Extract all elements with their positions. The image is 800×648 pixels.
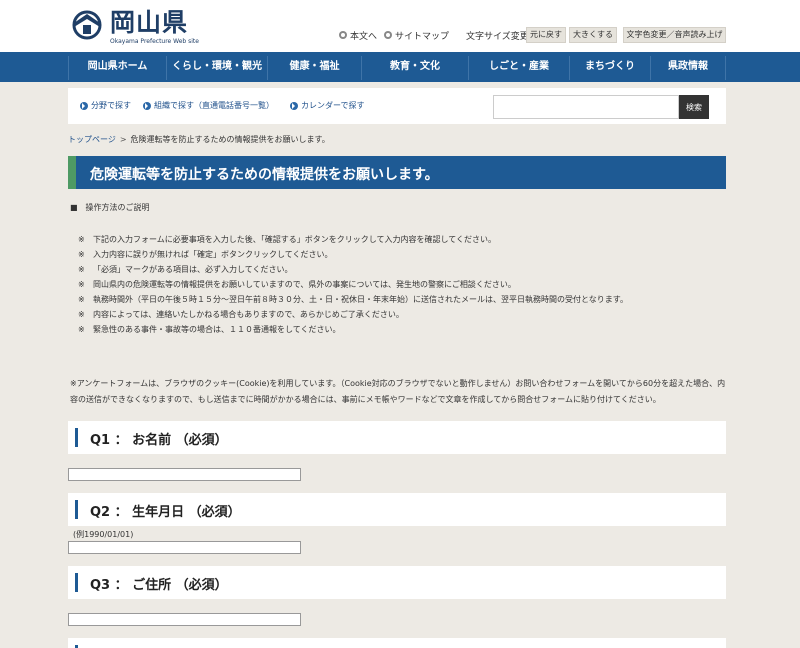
list-item: ※ 緊急性のある事件・事故等の場合は、１１０番通報をしてください。 — [78, 322, 628, 337]
sitemap-label: サイトマップ — [395, 31, 450, 42]
address-field[interactable] — [68, 613, 301, 626]
list-item: ※ 執務時間外（平日の午後５時１５分～翌日午前８時３０分、土・日・祝休日・年末年始… — [78, 292, 628, 307]
note-text: 「必須」マークがある項目は、必ず入力してください。 — [93, 265, 293, 274]
heading-accent-bar — [75, 573, 78, 592]
note-text: 執務時間外（平日の午後５時１５分～翌日午前８時３０分、土・日・祝休日・年末年始）… — [93, 295, 628, 304]
note-mark: ※ — [78, 280, 85, 289]
question-heading-q4 — [68, 638, 726, 648]
search-by-field-link[interactable]: 分野で探す — [80, 100, 131, 111]
list-item: ※ 入力内容に誤りが無ければ「確定」ボタンクリックしてください。 — [78, 247, 628, 262]
note-text: 入力内容に誤りが無ければ「確定」ボタンクリックしてください。 — [93, 250, 333, 259]
question-label: Q2 ： 生年月日 （必須） — [90, 505, 241, 520]
list-item: ※ 「必須」マークがある項目は、必ず入力してください。 — [78, 262, 628, 277]
page-title-text: 危険運転等を防止するための情報提供をお願いします。 — [90, 167, 439, 183]
circle-arrow-icon — [339, 31, 347, 39]
nav-item-government[interactable]: 県政情報 — [650, 56, 726, 80]
nav-item-home[interactable]: 岡山県ホーム — [68, 56, 166, 80]
logo-title: 岡山県 — [110, 8, 189, 37]
nav-item-health[interactable]: 健康・福祉 — [267, 56, 361, 80]
birthdate-field[interactable] — [68, 541, 301, 554]
heading-accent-bar — [75, 500, 78, 519]
circle-arrow-icon — [290, 101, 298, 110]
list-item: ※ 下記の入力フォームに必要事項を入力した後、「確認する」ボタンをクリックして入力… — [78, 232, 628, 247]
font-reset-button[interactable]: 元に戻す — [526, 27, 566, 43]
skip-to-main-label: 本文へ — [350, 31, 378, 42]
note-mark: ※ — [78, 250, 85, 259]
note-text: 岡山県内の危険運転等の情報提供をお願いしていますので、県外の事案については、発生… — [93, 280, 516, 289]
search-input[interactable] — [493, 95, 679, 119]
prefecture-emblem-icon — [72, 10, 102, 40]
note-mark: ※ — [78, 325, 85, 334]
search-by-calendar-label: カレンダーで探す — [301, 101, 365, 110]
global-nav: 岡山県ホーム くらし・環境・観光 健康・福祉 教育・文化 しごと・産業 まちづく… — [0, 52, 800, 82]
color-voice-button[interactable]: 文字色変更／音声読み上げ — [623, 27, 726, 43]
birthdate-example: (例1990/01/01) — [73, 530, 134, 539]
circle-arrow-icon — [143, 101, 151, 110]
list-item: ※ 岡山県内の危険運転等の情報提供をお願いしていますので、県外の事案については、発… — [78, 277, 628, 292]
note-mark: ※ — [78, 295, 85, 304]
instruction-notes: ※ 下記の入力フォームに必要事項を入力した後、「確認する」ボタンをクリックして入力… — [78, 232, 628, 337]
heading-accent-bar — [75, 428, 78, 447]
nav-item-education[interactable]: 教育・文化 — [361, 56, 468, 80]
font-size-label: 文字サイズ変更 — [466, 31, 529, 42]
name-field[interactable] — [68, 468, 301, 481]
note-text: 内容によっては、連絡いたしかねる場合もありますので、あらかじめご了承ください。 — [93, 310, 404, 319]
search-by-org-label: 組織で探す（直通電話番号一覧） — [154, 101, 274, 110]
circle-arrow-icon — [80, 101, 88, 110]
nav-item-living[interactable]: くらし・環境・観光 — [166, 56, 267, 80]
breadcrumb-separator: > — [119, 135, 127, 144]
breadcrumb-home-link[interactable]: トップページ — [68, 135, 116, 144]
breadcrumb: トップページ > 危険運転等を防止するための情報提供をお願いします。 — [68, 134, 330, 145]
list-item: ※ 内容によっては、連絡いたしかねる場合もありますので、あらかじめご了承ください。 — [78, 307, 628, 322]
page-title: 危険運転等を防止するための情報提供をお願いします。 — [68, 156, 726, 189]
site-header: 岡山県 Okayama Prefecture Web site 本文へ サイトマ… — [0, 0, 800, 52]
site-logo[interactable]: 岡山県 Okayama Prefecture Web site — [70, 8, 210, 48]
question-heading-q3: Q3 ： ご住所 （必須） — [68, 566, 726, 599]
sitemap-link[interactable]: サイトマップ — [384, 28, 449, 42]
search-by-org-link[interactable]: 組織で探す（直通電話番号一覧） — [143, 100, 274, 111]
nav-item-town[interactable]: まちづくり — [569, 56, 650, 80]
note-mark: ※ — [78, 310, 85, 319]
search-by-calendar-link[interactable]: カレンダーで探す — [290, 100, 365, 111]
question-heading-q2: Q2 ： 生年月日 （必須） — [68, 493, 726, 526]
nav-item-work[interactable]: しごと・産業 — [468, 56, 569, 80]
note-mark: ※ — [78, 235, 85, 244]
cookie-notice: ※アンケートフォームは、ブラウザのクッキー(Cookie)を利用しています。（C… — [70, 379, 726, 404]
note-text: 緊急性のある事件・事故等の場合は、１１０番通報をしてください。 — [93, 325, 341, 334]
logo-subtitle: Okayama Prefecture Web site — [110, 38, 199, 45]
question-heading-q1: Q1 ： お名前 （必須） — [68, 421, 726, 454]
skip-to-main-link[interactable]: 本文へ — [339, 28, 377, 42]
note-text: 下記の入力フォームに必要事項を入力した後、「確認する」ボタンをクリックして入力内… — [93, 235, 497, 244]
question-label: Q1 ： お名前 （必須） — [90, 433, 228, 448]
font-enlarge-button[interactable]: 大きくする — [569, 27, 617, 43]
question-label: Q3 ： ご住所 （必須） — [90, 578, 228, 593]
instructions-heading: ■ 操作方法のご説明 — [70, 203, 150, 212]
search-by-field-label: 分野で探す — [91, 101, 131, 110]
search-bar: 分野で探す 組織で探す（直通電話番号一覧） カレンダーで探す 検索 — [68, 88, 726, 124]
note-mark: ※ — [78, 265, 85, 274]
breadcrumb-current: 危険運転等を防止するための情報提供をお願いします。 — [130, 135, 330, 144]
circle-arrow-icon — [384, 31, 392, 39]
search-button[interactable]: 検索 — [679, 95, 709, 119]
